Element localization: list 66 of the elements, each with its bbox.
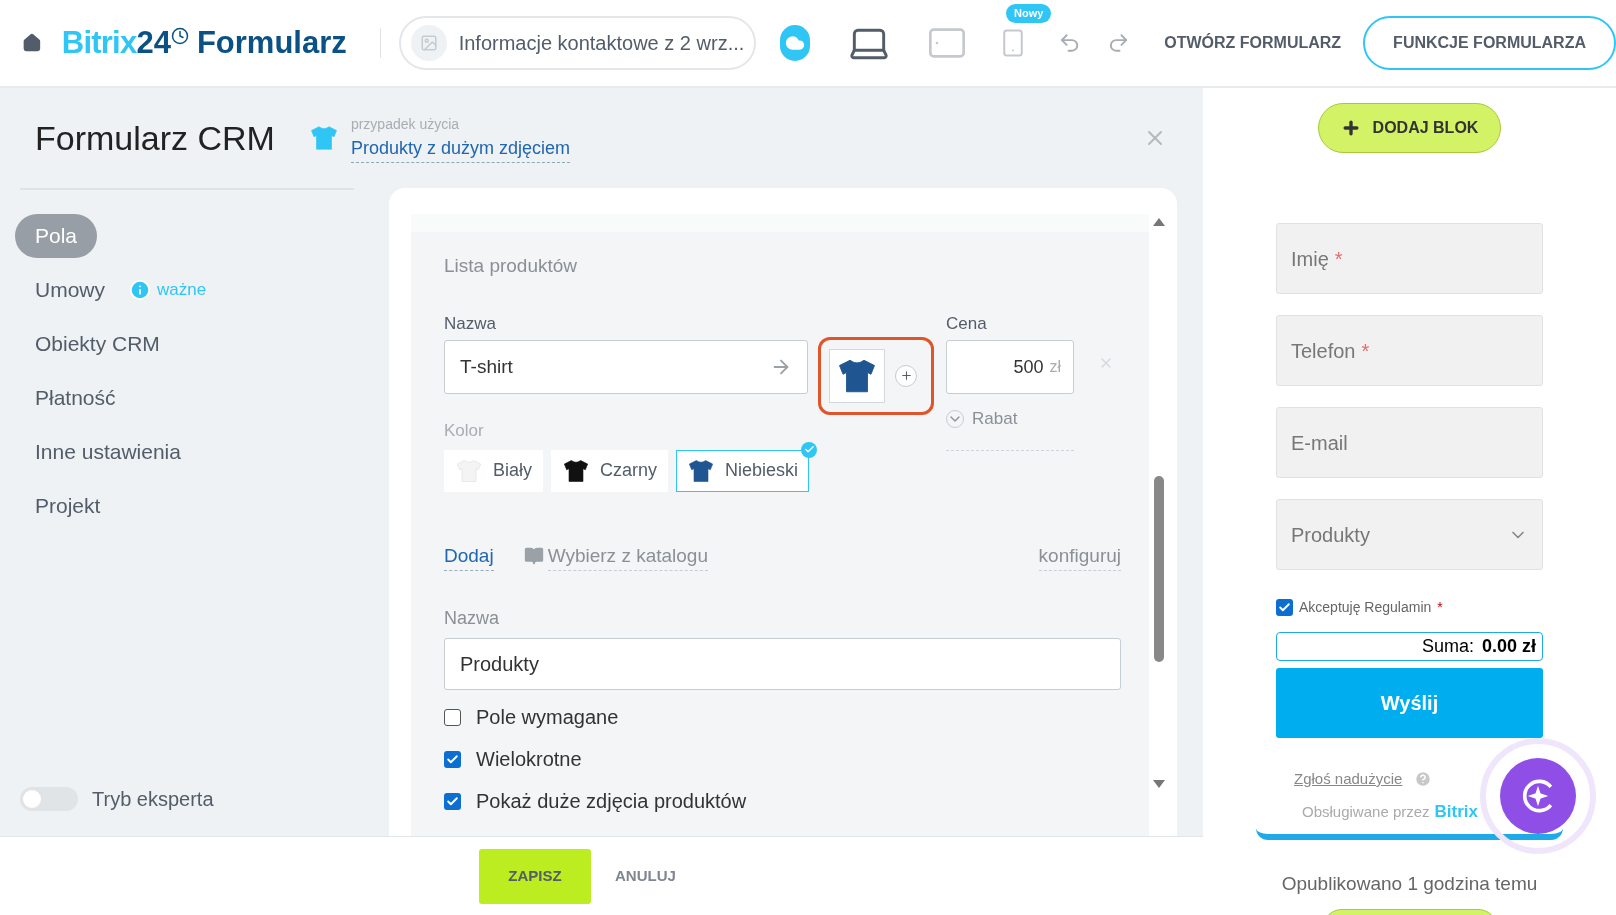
help-icon <box>1414 770 1433 789</box>
input-field[interactable]: E-mail <box>1276 407 1543 478</box>
assistant-button[interactable] <box>1480 738 1596 854</box>
field-label: Nazwa <box>444 607 501 630</box>
form-selector[interactable]: Informacje kontaktowe z 2 wrz... <box>398 16 757 70</box>
nav-item[interactable]: Umowy <box>15 268 125 312</box>
note-label: ważne <box>157 279 207 302</box>
check-icon <box>446 752 459 766</box>
nav-item[interactable]: Inne ustawienia <box>15 430 201 474</box>
nav-item[interactable]: Płatność <box>15 376 136 420</box>
tshirt-icon <box>308 123 339 153</box>
field-label: Cena <box>946 312 988 335</box>
add-link[interactable]: Dodaj <box>444 541 494 571</box>
checkbox[interactable] <box>444 750 461 768</box>
published-status: Opublikowano 1 godzina temu <box>1281 872 1538 896</box>
products-select[interactable]: Produkty <box>1276 499 1543 570</box>
nav-item[interactable]: Obiekty CRM <box>15 322 180 366</box>
section-title: Lista produktów <box>444 254 579 278</box>
logo-brand: Bitrix <box>61 23 137 62</box>
check-badge-icon <box>801 441 818 458</box>
price-field[interactable]: 500 zł <box>946 340 1074 394</box>
check-icon <box>1278 601 1291 614</box>
new-badge: Nowy <box>1006 4 1052 23</box>
add-image-icon[interactable] <box>895 364 917 387</box>
color-option[interactable]: Niebieski <box>676 449 810 492</box>
consent-checkbox[interactable] <box>1276 599 1293 616</box>
form-features-button[interactable]: FUNKCJE FORMULARZA <box>1363 16 1616 70</box>
report-abuse-link[interactable]: Zgłoś nadużycie <box>1294 768 1403 791</box>
check-icon <box>446 794 459 808</box>
field-label: Nazwa <box>444 312 497 335</box>
scroll-up-icon[interactable] <box>1153 218 1165 226</box>
consent-label: Akceptuję Regulamin * <box>1299 598 1443 617</box>
info-icon <box>129 279 151 301</box>
image-icon <box>410 25 447 61</box>
scrollbar-thumb[interactable] <box>1154 476 1164 662</box>
expert-mode-toggle[interactable] <box>20 787 78 811</box>
product-image[interactable] <box>829 348 885 403</box>
field-label: Kolor <box>444 420 485 442</box>
option-label: Pole wymagane <box>476 705 619 730</box>
use-case-caption: przypadek użycia <box>350 114 461 134</box>
input-field[interactable]: Telefon * <box>1276 315 1543 386</box>
use-case-link[interactable]: Produkty z dużym zdjęciem <box>350 134 570 163</box>
checkbox[interactable] <box>444 792 461 810</box>
color-option[interactable]: Biały <box>444 449 543 492</box>
powered-by-brand: Bitrix <box>1434 800 1479 823</box>
expert-mode-label: Tryb eksperta <box>92 787 214 812</box>
cancel-button[interactable]: ANULUJ <box>615 864 676 888</box>
color-option[interactable]: Czarny <box>551 449 669 492</box>
powered-by-text: Obsługiwane przez <box>1302 801 1430 822</box>
name-field[interactable]: Produkty <box>444 638 1121 690</box>
clock-icon <box>170 27 189 45</box>
nav-item[interactable]: Projekt <box>15 484 121 528</box>
save-button[interactable]: ZAPISZ <box>479 848 591 904</box>
option-label: Pokaż duże zdjęcia produktów <box>476 789 747 814</box>
page-title: Formularz CRM <box>35 117 275 159</box>
option-label: Wielokrotne <box>476 747 582 772</box>
product-name-field[interactable]: T-shirt <box>444 340 808 394</box>
checkbox[interactable] <box>444 708 461 726</box>
logo-number: 24 <box>136 23 171 62</box>
add-block-button[interactable]: DODAJ BLOK <box>1317 103 1502 153</box>
book-icon <box>523 546 544 567</box>
input-field[interactable]: Imię * <box>1276 223 1543 294</box>
total-field: Suma: 0.00 zł <box>1276 632 1543 661</box>
scroll-down-icon[interactable] <box>1153 780 1165 788</box>
logo-product: Formularz <box>196 23 347 62</box>
open-form-link[interactable]: OTWÓRZ FORMULARZ <box>1164 31 1342 55</box>
